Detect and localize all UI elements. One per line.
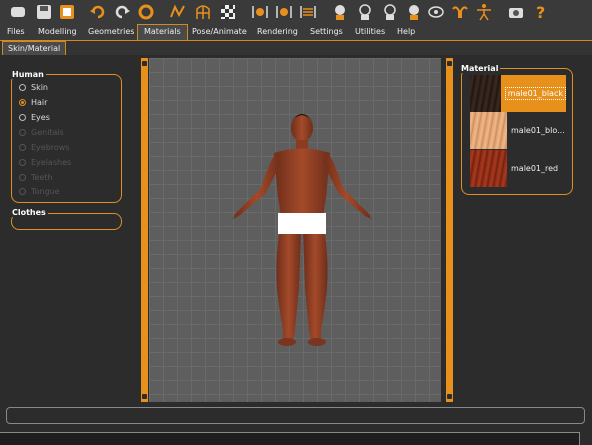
material-name: male01_blo... <box>511 126 565 135</box>
front-view-icon[interactable] <box>250 2 270 22</box>
save-icon[interactable] <box>34 2 54 22</box>
wireframe-icon[interactable] <box>193 2 213 22</box>
pose-figure-icon[interactable] <box>474 2 494 22</box>
radio-button[interactable] <box>19 83 26 91</box>
status-bar <box>0 432 580 445</box>
subtab-bar: Skin/Material <box>0 41 592 55</box>
reset-icon[interactable] <box>136 2 156 22</box>
radio-label: Genitals <box>31 127 64 137</box>
side-view-icon[interactable] <box>298 2 318 22</box>
tab-files[interactable]: Files <box>1 25 31 39</box>
hair-swatch-black <box>470 75 501 112</box>
tab-settings[interactable]: Settings <box>304 25 349 39</box>
radio-button-disabled <box>19 143 26 151</box>
hands-icon[interactable] <box>450 2 470 22</box>
radio-eyebrows: Eyebrows <box>19 140 70 154</box>
radio-label: Teeth <box>31 172 53 182</box>
material-name: male01_black <box>504 87 566 100</box>
command-input[interactable] <box>6 407 585 424</box>
redo-icon[interactable] <box>112 2 132 22</box>
material-item-male01-black[interactable]: male01_black <box>470 75 566 112</box>
export-icon[interactable] <box>57 2 77 22</box>
tab-geometries[interactable]: Geometries <box>82 25 140 39</box>
help-icon[interactable]: ? <box>530 2 550 22</box>
head-back-icon[interactable] <box>355 2 375 22</box>
tab-materials[interactable]: Materials <box>137 24 188 40</box>
clothes-group-title: Clothes <box>10 208 48 217</box>
3d-viewport[interactable] <box>149 58 441 402</box>
background-icon[interactable] <box>218 2 238 22</box>
head-front-icon[interactable] <box>330 2 350 22</box>
radio-label: Eyes <box>31 112 50 122</box>
radio-skin[interactable]: Skin <box>19 80 48 94</box>
human-group-title: Human <box>10 70 46 79</box>
material-group-title: Material <box>459 64 501 73</box>
head-right-icon[interactable] <box>404 2 424 22</box>
radio-label: Skin <box>31 82 49 92</box>
radio-button[interactable] <box>19 113 26 121</box>
subtab-skin-material[interactable]: Skin/Material <box>2 41 67 55</box>
radio-tongue: Tongue <box>19 184 60 198</box>
radio-hair[interactable]: Hair <box>19 95 47 109</box>
radio-button-disabled <box>19 128 26 136</box>
radio-eyelashes: Eyelashes <box>19 155 71 169</box>
material-item-male01-red[interactable]: male01_red <box>470 150 566 187</box>
scroll-down-arrow[interactable] <box>447 394 452 399</box>
radio-label: Eyebrows <box>31 142 70 152</box>
radio-eyes[interactable]: Eyes <box>19 110 50 124</box>
material-name: male01_red <box>511 164 559 173</box>
scroll-up-arrow[interactable] <box>142 61 147 66</box>
back-view-icon[interactable] <box>274 2 294 22</box>
radio-button-disabled <box>19 158 26 166</box>
radio-label: Hair <box>31 97 48 107</box>
head-left-icon[interactable] <box>380 2 400 22</box>
tab-utilities[interactable]: Utilities <box>349 25 391 39</box>
material-item-male01-blond[interactable]: male01_blo... <box>470 112 566 149</box>
radio-genitals: Genitals <box>19 125 64 139</box>
svg-text:?: ? <box>536 3 545 21</box>
menu-bar: Files Modelling Geometries Materials Pos… <box>0 24 592 41</box>
left-scrollbar[interactable] <box>141 58 148 402</box>
hair-swatch-red <box>470 150 507 187</box>
scroll-down-arrow[interactable] <box>142 394 147 399</box>
human-model <box>233 114 371 346</box>
tab-modelling[interactable]: Modelling <box>32 25 83 39</box>
radio-button-disabled <box>19 173 26 181</box>
camera-icon[interactable] <box>506 2 526 22</box>
radio-label: Tongue <box>31 186 60 196</box>
radio-button-checked[interactable] <box>19 98 26 106</box>
new-icon[interactable] <box>8 2 28 22</box>
head-top-icon[interactable] <box>426 2 446 22</box>
radio-button-disabled <box>19 187 26 195</box>
tab-pose-animate[interactable]: Pose/Animate <box>186 25 253 39</box>
smooth-icon[interactable] <box>168 2 188 22</box>
censor-box <box>278 213 326 234</box>
scroll-up-arrow[interactable] <box>447 61 452 66</box>
tab-rendering[interactable]: Rendering <box>251 25 304 39</box>
undo-icon[interactable] <box>88 2 108 22</box>
radio-label: Eyelashes <box>31 157 72 167</box>
radio-teeth: Teeth <box>19 170 53 184</box>
tab-help[interactable]: Help <box>391 25 421 39</box>
toolbar: ? <box>0 0 592 24</box>
right-scrollbar[interactable] <box>446 58 453 402</box>
hair-swatch-blond <box>470 112 507 149</box>
